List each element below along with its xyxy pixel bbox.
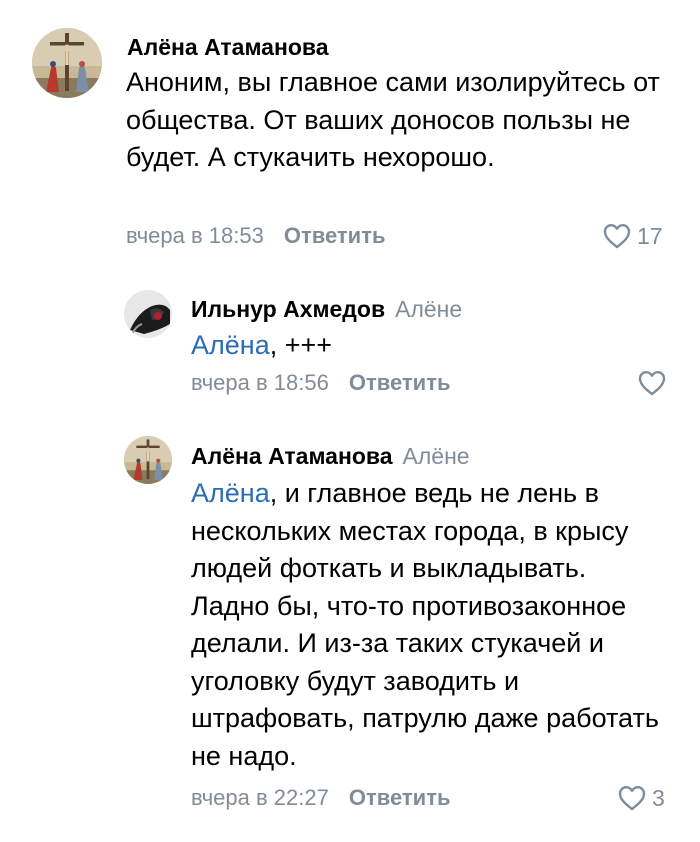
heart-icon	[603, 224, 631, 249]
author-name[interactable]: Алёна Атаманова	[191, 443, 393, 469]
author-line: Алёна Атаманова Алёне	[191, 445, 470, 468]
comment-text: Аноним, вы главное сами изолируйтесь от …	[126, 64, 666, 177]
avatar[interactable]	[32, 28, 102, 98]
meta-line: вчера в 18:56 Ответить	[191, 372, 451, 394]
like-count: 3	[652, 784, 665, 811]
comment-text: Алёна, +++	[191, 327, 651, 365]
author-name[interactable]: Алёна Атаманова	[127, 34, 329, 60]
reply-to-label[interactable]: Алёне	[395, 296, 462, 322]
heart-icon	[638, 371, 666, 396]
meta-line: вчера в 22:27 Ответить	[191, 787, 451, 809]
like-button[interactable]: 17	[603, 223, 663, 249]
crucifixion-icon	[124, 436, 172, 484]
timestamp[interactable]: вчера в 22:27	[191, 785, 329, 810]
timestamp[interactable]: вчера в 18:53	[126, 223, 264, 248]
like-button[interactable]	[638, 370, 672, 396]
heart-icon	[618, 786, 646, 811]
comment-body: , и главное ведь не лень в нескольких ме…	[191, 478, 659, 771]
crucifixion-icon	[32, 28, 102, 98]
author-line: Алёна Атаманова	[127, 36, 329, 59]
like-button[interactable]: 3	[618, 785, 665, 811]
comment-body: , +++	[269, 330, 333, 360]
comment-body: Аноним, вы главное сами изолируйтесь от …	[126, 67, 660, 172]
comment-text: Алёна, и главное ведь не лень в нескольк…	[191, 475, 666, 775]
reply-button[interactable]: Ответить	[349, 370, 451, 395]
mention-link[interactable]: Алёна	[191, 478, 270, 508]
mention-link[interactable]: Алёна	[191, 330, 270, 360]
reply-button[interactable]: Ответить	[284, 223, 386, 248]
reply-to-label[interactable]: Алёне	[403, 443, 470, 469]
reply-button[interactable]: Ответить	[349, 785, 451, 810]
like-count: 17	[637, 222, 663, 249]
user-photo-icon	[124, 290, 172, 338]
author-name[interactable]: Ильнур Ахмедов	[191, 296, 385, 322]
avatar[interactable]	[124, 436, 172, 484]
timestamp[interactable]: вчера в 18:56	[191, 370, 329, 395]
avatar[interactable]	[124, 290, 172, 338]
author-line: Ильнур Ахмедов Алёне	[191, 298, 462, 321]
meta-line: вчера в 18:53 Ответить	[126, 225, 386, 247]
